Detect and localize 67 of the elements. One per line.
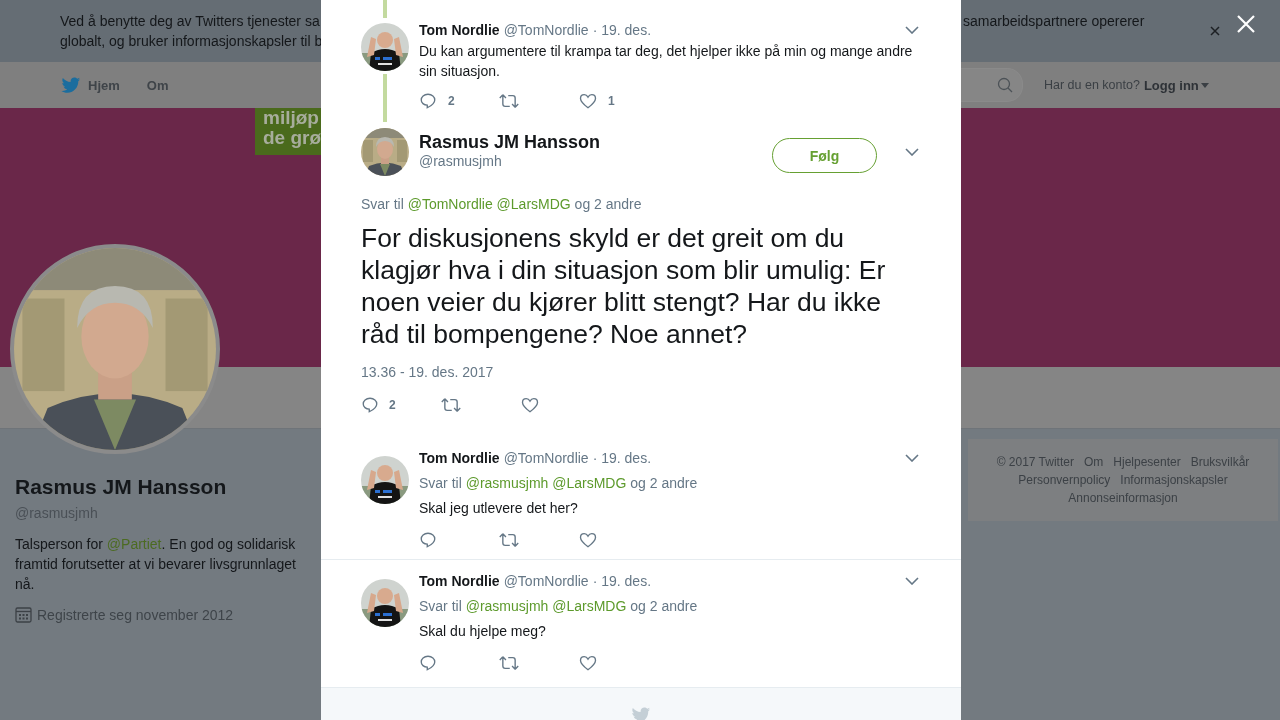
- tweet-date[interactable]: · 19. des.: [592, 22, 652, 38]
- heart-icon[interactable]: [579, 654, 597, 672]
- author-name[interactable]: Tom Nordlie: [419, 450, 500, 466]
- logo-text: de grø: [263, 128, 321, 148]
- tweet-text: Skal du hjelpe meg?: [419, 622, 547, 641]
- reply-to-line: Svar til @rasmusjmh @LarsMDG og 2 andre: [419, 474, 699, 493]
- retweet-icon[interactable]: [499, 531, 519, 549]
- heart-icon[interactable]: [579, 531, 597, 549]
- cookie-notice-text: samarbeidspartnere opererer: [963, 12, 1146, 31]
- tweet-timestamp: 13.36 - 19. des. 2017: [361, 364, 495, 380]
- tweet-date[interactable]: · 19. des.: [592, 573, 652, 589]
- reply-count: 2: [448, 94, 455, 108]
- mention-link[interactable]: @rasmusjmh: [465, 475, 549, 491]
- footer-link[interactable]: © 2017 Twitter: [996, 454, 1074, 470]
- author-name[interactable]: Rasmus JM Hansson: [419, 131, 762, 153]
- nav-link[interactable]: Om: [146, 77, 169, 93]
- mention-link[interactable]: @rasmusjmh: [465, 598, 549, 614]
- chevron-icon[interactable]: [905, 454, 919, 462]
- account-prompt: Har du en konto?: [1044, 78, 1140, 92]
- close-icon[interactable]: [1210, 26, 1220, 36]
- caret-icon: [1200, 82, 1209, 88]
- chevron-icon[interactable]: [905, 148, 919, 156]
- reply-count: 2: [389, 398, 396, 412]
- footer-link[interactable]: Personvernpolicy: [1018, 472, 1111, 488]
- author-name[interactable]: Tom Nordlie: [419, 573, 500, 589]
- search-field[interactable]: [961, 68, 1023, 102]
- nav-link[interactable]: Hjem: [88, 77, 120, 93]
- profile-bio: Talsperson for @Partiet. En god og solidarisk framtid forutsetter at vi bevarer livsgrunnlaget nå.: [15, 535, 297, 594]
- cookie-notice-text: Ved å benytte deg av Twitters tjenester sa: [60, 12, 321, 31]
- reply-icon[interactable]: [419, 92, 437, 110]
- footer-link[interactable]: Om: [1083, 454, 1104, 470]
- login-link[interactable]: Logg inn: [1143, 77, 1209, 93]
- calendar-icon: [15, 606, 32, 623]
- tweet-date[interactable]: · 19. des.: [592, 450, 652, 466]
- author-name[interactable]: Tom Nordlie: [419, 22, 500, 38]
- author-handle: @TomNordlie: [503, 573, 589, 589]
- bird-icon: [631, 707, 651, 720]
- like-count: 1: [608, 94, 615, 108]
- chevron-icon[interactable]: [905, 26, 919, 34]
- reply-icon[interactable]: [361, 396, 379, 414]
- heart-icon[interactable]: [521, 396, 539, 414]
- tweet-text: Du kan argumentere til krampa tar deg, det hjelper ikke på min og mange andre sin situasjon.: [419, 42, 914, 81]
- retweet-icon[interactable]: [499, 92, 519, 110]
- follow-button[interactable]: Følg: [772, 138, 877, 173]
- footer-link[interactable]: Annonseinformasjon: [1068, 490, 1178, 506]
- author-handle: @rasmusjmh: [419, 152, 503, 169]
- reply-to-line: Svar til @rasmusjmh @LarsMDG og 2 andre: [419, 597, 699, 616]
- tweet-text: For diskusjonens skyld er det greit om du klagjør hva i din situasjon som blir umulig: Er noen veier du kjører blitt stengt? Har du ikke råd til bompengene? Noe annet?: [361, 222, 887, 350]
- mention-link[interactable]: @TomNordlie: [407, 196, 493, 212]
- mention-link[interactable]: @LarsMDG: [552, 475, 627, 491]
- footer-link[interactable]: Hjelpesenter: [1113, 454, 1181, 470]
- retweet-icon[interactable]: [499, 654, 519, 672]
- reply-to-line: Svar til @TomNordlie @LarsMDG og 2 andre: [361, 195, 643, 214]
- reply-icon[interactable]: [419, 654, 437, 672]
- retweet-icon[interactable]: [441, 396, 461, 414]
- author-handle: @TomNordlie: [503, 22, 589, 38]
- profile-name: Rasmus JM Hansson: [15, 475, 228, 499]
- logo-text: miljøp: [263, 108, 320, 128]
- footer-link[interactable]: Bruksvilkår: [1190, 454, 1250, 470]
- chevron-icon[interactable]: [905, 577, 919, 585]
- author-handle: @TomNordlie: [503, 450, 589, 466]
- footer-link[interactable]: Informasjonskapsler: [1120, 472, 1228, 488]
- mention-link[interactable]: @LarsMDG: [552, 598, 627, 614]
- heart-icon[interactable]: [579, 92, 597, 110]
- reply-icon[interactable]: [419, 531, 437, 549]
- tweet-text: Skal jeg utlevere det her?: [419, 499, 579, 518]
- mention-link[interactable]: @LarsMDG: [496, 196, 571, 212]
